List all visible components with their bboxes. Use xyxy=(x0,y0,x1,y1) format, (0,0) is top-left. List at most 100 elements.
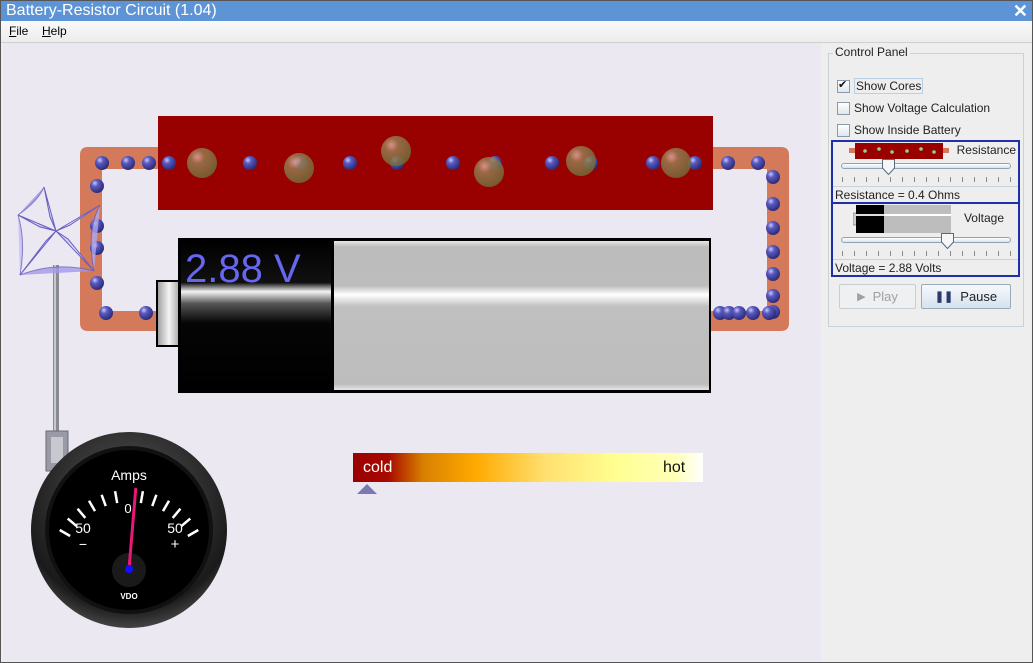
control-panel: Control Panel Show Cores Show Voltage Ca… xyxy=(828,45,1024,327)
thermometer-level-marker xyxy=(357,484,377,494)
electron xyxy=(90,179,104,193)
pause-button[interactable]: ❚❚ Pause xyxy=(921,284,1011,309)
show-inside-battery-checkbox[interactable]: Show Inside Battery xyxy=(837,122,961,138)
slider-tick xyxy=(1010,177,1011,182)
resistor-thumbnail-icon xyxy=(849,143,949,159)
resistance-control: Resistance Resistance = 0.4 Ohms xyxy=(831,140,1020,204)
gauge-title: Amps xyxy=(111,467,147,483)
show-voltage-calculation-checkbox[interactable]: Show Voltage Calculation xyxy=(837,100,990,116)
show-cores-check-icon[interactable] xyxy=(837,78,850,93)
slider-tick xyxy=(998,251,999,256)
circuit-svg: 2.88 V Amps 0 50 − 50 + VDO cold hot xyxy=(17,116,789,628)
show-inside-battery-check-icon[interactable] xyxy=(837,123,850,137)
gauge-right-label: 50 xyxy=(167,520,183,536)
slider-tick xyxy=(866,251,867,256)
electron xyxy=(766,245,780,259)
resistance-label: Resistance xyxy=(956,143,1016,157)
app-window: Battery-Resistor Circuit (1.04) ✕ File H… xyxy=(0,0,1033,663)
slider-tick xyxy=(842,251,843,256)
slider-tick xyxy=(938,251,939,256)
electron xyxy=(732,306,746,320)
show-cores-label: Show Cores xyxy=(854,78,924,94)
lattice-core xyxy=(474,157,504,187)
gauge-brand: VDO xyxy=(120,592,137,601)
electron xyxy=(90,276,104,290)
electron xyxy=(343,156,357,170)
lattice-core xyxy=(381,136,411,166)
play-button[interactable]: ▶ Play xyxy=(839,284,916,309)
slider-tick xyxy=(986,177,987,182)
show-voltage-calculation-label: Show Voltage Calculation xyxy=(854,101,991,115)
electron xyxy=(766,289,780,303)
slider-tick xyxy=(902,177,903,182)
slider-tick xyxy=(878,177,879,182)
electron xyxy=(646,156,660,170)
electron xyxy=(95,156,109,170)
resistance-readout: Resistance = 0.4 Ohms xyxy=(833,186,1018,202)
thermometer-hot-label: hot xyxy=(663,459,686,476)
slider-tick xyxy=(974,177,975,182)
electron xyxy=(162,156,176,170)
electron xyxy=(762,306,776,320)
lattice-core xyxy=(284,153,314,183)
gauge-center-label: 0 xyxy=(124,501,131,516)
menu-help-label: elp xyxy=(50,24,67,38)
voltage-readout: Voltage = 2.88 Volts xyxy=(833,259,1018,275)
voltage-label: Voltage xyxy=(963,211,1004,225)
gauge-left-label: 50 xyxy=(75,520,91,536)
lattice-core xyxy=(566,146,596,176)
electron xyxy=(142,156,156,170)
battery-thumbnail-icon xyxy=(853,205,951,233)
electron xyxy=(545,156,559,170)
slider-tick xyxy=(890,251,891,256)
menu-help[interactable]: Help xyxy=(42,24,67,38)
slider-tick xyxy=(926,251,927,256)
slider-tick xyxy=(854,177,855,182)
menu-help-mnemonic: H xyxy=(42,24,51,38)
resistance-slider-thumb[interactable] xyxy=(882,159,896,175)
show-voltage-calculation-check-icon[interactable] xyxy=(837,101,850,115)
slider-tick xyxy=(938,177,939,182)
play-button-label: Play xyxy=(872,289,898,304)
pause-button-label: Pause xyxy=(960,289,998,304)
electron xyxy=(766,170,780,184)
lattice-core xyxy=(187,148,217,178)
slider-tick xyxy=(902,251,903,256)
pause-icon: ❚❚ xyxy=(934,291,954,303)
ammeter-gauge: Amps 0 50 − 50 + VDO xyxy=(31,432,227,628)
show-inside-battery-label: Show Inside Battery xyxy=(854,123,961,137)
resistance-slider-track[interactable] xyxy=(841,163,1011,169)
slider-tick xyxy=(890,177,891,182)
resistor xyxy=(158,116,713,210)
close-icon[interactable]: ✕ xyxy=(1013,1,1028,21)
electron xyxy=(243,156,257,170)
electron xyxy=(766,197,780,211)
play-icon: ▶ xyxy=(857,291,866,303)
control-panel-title: Control Panel xyxy=(833,45,910,59)
control-panel-sidebar: Control Panel Show Cores Show Voltage Ca… xyxy=(821,43,1030,661)
slider-tick xyxy=(950,177,951,182)
slider-tick xyxy=(974,251,975,256)
slider-tick xyxy=(962,251,963,256)
electron xyxy=(139,306,153,320)
slider-tick xyxy=(854,251,855,256)
lattice-core xyxy=(661,148,691,178)
menu-file[interactable]: File xyxy=(9,24,28,38)
voltage-slider-thumb[interactable] xyxy=(940,233,954,249)
electron xyxy=(766,267,780,281)
slider-tick xyxy=(878,251,879,256)
slider-tick xyxy=(926,177,927,182)
slider-tick xyxy=(950,251,951,256)
window-title: Battery-Resistor Circuit (1.04) xyxy=(6,2,217,19)
title-bar: Battery-Resistor Circuit (1.04) ✕ xyxy=(1,1,1032,21)
slider-tick xyxy=(998,177,999,182)
show-cores-checkbox[interactable]: Show Cores xyxy=(837,78,924,94)
slider-tick xyxy=(866,177,867,182)
voltage-control: Voltage Voltage = 2.88 Volts xyxy=(831,202,1020,277)
thermometer-cold-label: cold xyxy=(363,459,392,476)
thermometer-bar xyxy=(353,453,703,482)
slider-tick xyxy=(914,177,915,182)
battery-voltage-label: 2.88 V xyxy=(185,247,301,291)
resistance-slider-ticks xyxy=(842,177,1011,183)
voltage-slider-track[interactable] xyxy=(841,237,1011,243)
